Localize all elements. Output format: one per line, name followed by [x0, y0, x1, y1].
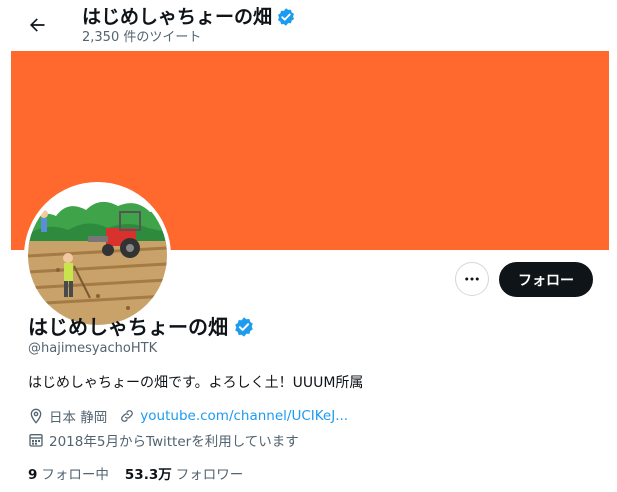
profile-stats: 9 フォロー中 53.3万 フォロワー — [28, 463, 243, 483]
location-icon — [28, 408, 44, 424]
verified-badge-icon — [278, 8, 295, 26]
verified-badge-icon — [235, 317, 253, 337]
profile-handle: @hajimesyachoHTK — [28, 341, 158, 356]
following-stat[interactable]: 9 フォロー中 — [28, 463, 109, 483]
back-arrow-icon — [30, 18, 45, 32]
header-title-block: はじめしゃちょーの畑 2,350 件のツイート — [82, 5, 296, 46]
followers-count: 53.3万 — [124, 467, 172, 483]
profile-joined-date: 2018年5月からTwitterを利用しています — [49, 434, 299, 450]
top-bar: はじめしゃちょーの畑 2,350 件のツイート — [0, 0, 617, 50]
profile-name: はじめしゃちょーの畑 — [28, 315, 228, 339]
back-button[interactable] — [24, 12, 50, 38]
profile-joined-row: 2018年5月からTwitterを利用しています — [28, 430, 299, 450]
profile-meta-row: 日本 静岡 youtube.com/channel/UCIKeJ... — [28, 406, 348, 426]
followers-stat[interactable]: 53.3万 フォロワー — [125, 463, 243, 483]
profile-website-link[interactable]: youtube.com/channel/UCIKeJ... — [140, 408, 348, 424]
more-button[interactable] — [455, 262, 489, 296]
calendar-icon — [28, 432, 44, 448]
following-count: 9 — [28, 467, 38, 483]
profile-location: 日本 静岡 — [49, 410, 108, 426]
tweet-count: 2,350 件のツイート — [82, 30, 202, 45]
more-icon — [465, 277, 479, 281]
profile-name-row: はじめしゃちょーの畑 — [28, 314, 255, 340]
following-label: フォロー中 — [41, 467, 109, 483]
followers-label: フォロワー — [175, 467, 244, 483]
header-title: はじめしゃちょーの畑 — [82, 6, 273, 28]
avatar-illustration — [28, 186, 167, 325]
link-icon — [119, 408, 135, 424]
avatar[interactable] — [24, 182, 171, 329]
follow-button[interactable]: フォロー — [499, 262, 593, 297]
profile-bio: はじめしゃちょーの畑です。よろしく土！UUUM所属 — [28, 375, 364, 391]
